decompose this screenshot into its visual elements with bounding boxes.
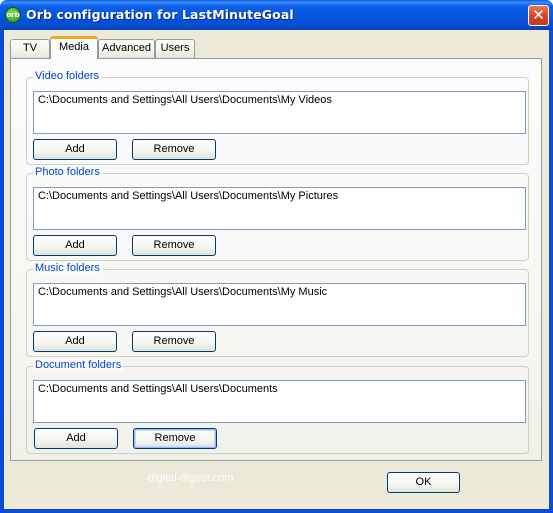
video-folders-list[interactable]: C:\Documents and Settings\All Users\Docu… <box>33 91 526 134</box>
list-item[interactable]: C:\Documents and Settings\All Users\Docu… <box>38 190 521 202</box>
media-tab-panel: Video folders C:\Documents and Settings\… <box>10 58 542 461</box>
watermark-text: digital-digest.com <box>148 472 234 484</box>
client-area: TV Media Advanced Users Video folders C:… <box>4 30 549 509</box>
document-folders-group: Document folders C:\Documents and Settin… <box>26 359 529 454</box>
music-folders-group: Music folders C:\Documents and Settings\… <box>26 262 529 357</box>
video-add-button[interactable]: Add <box>33 139 117 160</box>
video-folders-group: Video folders C:\Documents and Settings\… <box>26 70 529 165</box>
photo-folders-group: Photo folders C:\Documents and Settings\… <box>26 166 529 261</box>
photo-folders-label: Photo folders <box>33 166 102 178</box>
music-folders-label: Music folders <box>33 262 102 274</box>
video-remove-button[interactable]: Remove <box>132 139 216 160</box>
tab-advanced[interactable]: Advanced <box>98 39 155 58</box>
document-add-button[interactable]: Add <box>34 428 118 449</box>
orb-logo-icon: orb <box>5 7 21 23</box>
window-title: Orb configuration for LastMinuteGoal <box>26 7 294 22</box>
list-item[interactable]: C:\Documents and Settings\All Users\Docu… <box>38 383 521 395</box>
tab-users[interactable]: Users <box>155 39 195 58</box>
photo-remove-button[interactable]: Remove <box>132 235 216 256</box>
photo-add-button[interactable]: Add <box>33 235 117 256</box>
document-folders-label: Document folders <box>33 359 124 371</box>
tab-tv[interactable]: TV <box>10 39 50 58</box>
document-folders-list[interactable]: C:\Documents and Settings\All Users\Docu… <box>33 380 526 423</box>
document-remove-button[interactable]: Remove <box>133 428 217 449</box>
music-add-button[interactable]: Add <box>33 331 117 352</box>
list-item[interactable]: C:\Documents and Settings\All Users\Docu… <box>38 94 521 106</box>
dialog-window: orb Orb configuration for LastMinuteGoal… <box>0 0 553 513</box>
music-folders-list[interactable]: C:\Documents and Settings\All Users\Docu… <box>33 283 526 326</box>
photo-folders-list[interactable]: C:\Documents and Settings\All Users\Docu… <box>33 187 526 230</box>
list-item[interactable]: C:\Documents and Settings\All Users\Docu… <box>38 286 521 298</box>
close-button[interactable]: ✕ <box>528 5 549 26</box>
tab-media[interactable]: Media <box>50 36 98 59</box>
title-bar[interactable]: orb Orb configuration for LastMinuteGoal… <box>0 0 553 30</box>
close-icon: ✕ <box>532 6 545 24</box>
video-folders-label: Video folders <box>33 70 102 82</box>
ok-button[interactable]: OK <box>387 472 460 493</box>
music-remove-button[interactable]: Remove <box>132 331 216 352</box>
